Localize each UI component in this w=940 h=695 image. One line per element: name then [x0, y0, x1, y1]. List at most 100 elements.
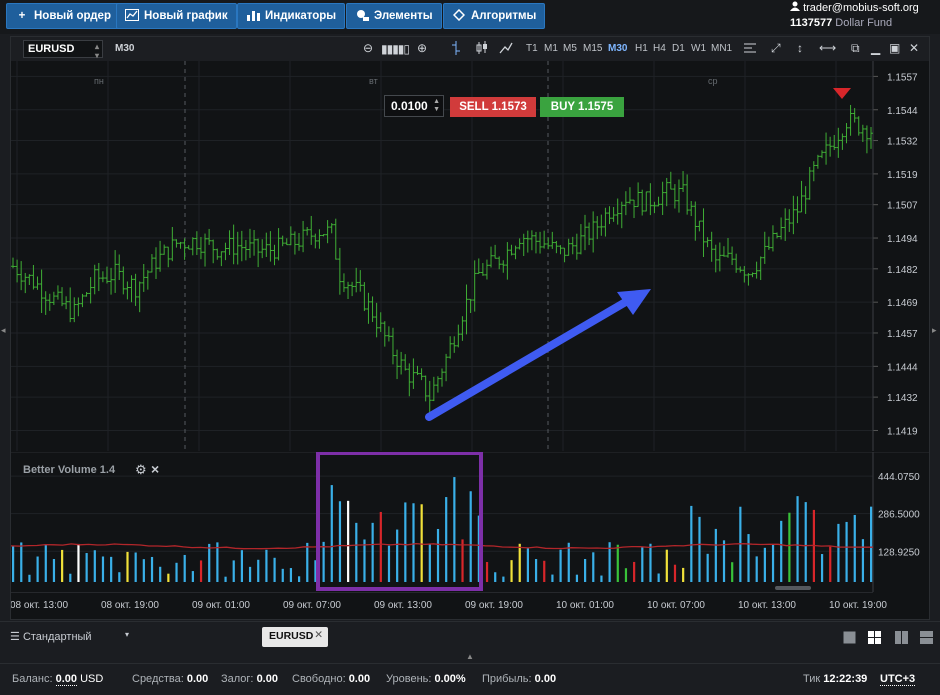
- resize-horizontal-icon[interactable]: ⟷: [819, 41, 836, 55]
- candle: [96, 262, 101, 292]
- tf-W1[interactable]: W1: [691, 43, 706, 54]
- lot-size-input[interactable]: 0.0100 ▲ ▼: [384, 95, 444, 117]
- algorithms-button[interactable]: Алгоритмы: [443, 3, 546, 29]
- day-label: пн: [94, 76, 104, 86]
- tf-M5[interactable]: M5: [563, 43, 577, 54]
- layout-single-icon[interactable]: [843, 631, 856, 644]
- candle: [705, 237, 710, 248]
- right-panel-arrow-icon[interactable]: ▸: [932, 325, 937, 336]
- price-tick-label: 1.1419: [887, 426, 918, 437]
- volume-bar: [731, 562, 734, 582]
- candle: [484, 259, 489, 280]
- zoom-in-icon[interactable]: ⊕: [417, 41, 427, 55]
- spinner-icon: ▲ ▼: [433, 98, 440, 113]
- tf-MN1[interactable]: MN1: [711, 43, 732, 54]
- candle: [305, 226, 310, 236]
- bar-type-icon[interactable]: [451, 41, 461, 58]
- timezone-select[interactable]: UTC+3: [880, 673, 916, 686]
- volume-bar: [199, 560, 203, 582]
- indicators-button[interactable]: Индикаторы: [237, 3, 346, 29]
- day-label: вт: [369, 76, 378, 86]
- candle: [194, 231, 199, 256]
- zoom-out-icon[interactable]: ⊖: [363, 41, 373, 55]
- chart-icon: [125, 8, 139, 24]
- price-chart[interactable]: 1.1557 1.1544 1.1532 1.1519 1.1507 1.1494 1.14…: [11, 61, 929, 451]
- volume-bar: [355, 522, 358, 582]
- new-chart-button[interactable]: Новый график: [116, 3, 237, 29]
- volume-bar: [641, 546, 644, 582]
- new-order-button[interactable]: + Новый ордер: [6, 3, 120, 29]
- external-window-icon[interactable]: ⧉: [851, 41, 860, 56]
- volume-bar: [281, 568, 284, 582]
- volume-bar: [526, 548, 529, 582]
- sell-price: 1.1573: [491, 101, 527, 113]
- layout-rows-icon[interactable]: [920, 631, 933, 644]
- zoom-slider[interactable]: ▮▮▮▮▯: [381, 42, 410, 56]
- left-panel-arrow-icon[interactable]: ◂: [1, 325, 6, 336]
- candle: [239, 230, 244, 262]
- price-tick-label: 1.1469: [887, 298, 918, 309]
- elements-button[interactable]: Элементы: [346, 3, 442, 29]
- buy-button[interactable]: BUY 1.1575: [540, 97, 624, 117]
- resize-diagonal-icon[interactable]: ⤢: [771, 41, 781, 56]
- candle: [333, 218, 338, 260]
- volume-bar: [870, 506, 873, 582]
- volume-bar: [682, 567, 685, 582]
- chart-settings-icon[interactable]: [743, 41, 757, 58]
- candle: [856, 116, 861, 136]
- tf-M15[interactable]: M15: [583, 43, 602, 54]
- gear-icon[interactable]: ⚙: [135, 462, 147, 478]
- volume-indicator[interactable]: 444.0750 286.5000 128.9250 Better Volume 1…: [10, 451, 929, 592]
- collapse-panel-icon[interactable]: ▲: [466, 652, 474, 661]
- layout-select[interactable]: ☰ Стандартный ▾: [10, 630, 129, 643]
- candle-type-icon[interactable]: [476, 41, 488, 58]
- candle: [386, 326, 391, 342]
- volume-bar: [150, 556, 154, 582]
- candle: [325, 220, 330, 244]
- sell-button[interactable]: SELL 1.1573: [450, 97, 536, 117]
- volume-bar: [502, 576, 505, 582]
- scrollbar-thumb: [775, 586, 811, 590]
- tab-eurusd[interactable]: EURUSD ✕: [262, 627, 328, 647]
- price-tick-label: 1.1444: [887, 362, 918, 373]
- candle: [215, 248, 220, 260]
- tf-H4[interactable]: H4: [653, 43, 666, 54]
- candle: [595, 216, 600, 240]
- symbol-select[interactable]: EURUSD ▴ ▾: [23, 40, 103, 60]
- maximize-icon[interactable]: ▣: [889, 41, 900, 55]
- volume-bar: [649, 543, 652, 582]
- candle: [456, 324, 461, 348]
- account-info[interactable]: trader@mobius-soft.org 1137577 Dollar Fu…: [790, 1, 936, 33]
- line-type-icon[interactable]: [499, 41, 513, 58]
- candle: [362, 282, 367, 312]
- candle: [301, 220, 306, 253]
- candle: [309, 215, 314, 245]
- candle: [350, 281, 355, 297]
- tf-T1[interactable]: T1: [526, 43, 538, 54]
- candle: [811, 161, 816, 182]
- layout-grid-icon[interactable]: [868, 631, 881, 644]
- candle: [636, 182, 641, 208]
- minimize-icon[interactable]: ▁: [871, 41, 880, 55]
- volume-bar: [208, 543, 211, 582]
- candle: [448, 336, 453, 359]
- candle: [174, 239, 179, 248]
- candle: [121, 266, 126, 295]
- volume-bar: [93, 550, 96, 582]
- resize-vertical-icon[interactable]: ↕: [797, 41, 803, 55]
- tf-H1[interactable]: H1: [635, 43, 648, 54]
- close-icon[interactable]: ✕: [909, 41, 919, 55]
- tf-M1[interactable]: M1: [544, 43, 558, 54]
- layout-name: Стандартный: [22, 631, 92, 643]
- candle: [644, 191, 649, 212]
- layout-columns-icon[interactable]: [895, 631, 908, 644]
- close-indicator-icon[interactable]: ×: [151, 461, 159, 477]
- tf-D1[interactable]: D1: [672, 43, 685, 54]
- server-time: Тик 12:22:39: [803, 673, 868, 685]
- close-tab-icon[interactable]: ✕: [314, 629, 323, 641]
- tf-M30[interactable]: M30: [608, 43, 627, 54]
- current-timeframe: M30: [115, 43, 135, 54]
- volume-bar: [518, 543, 521, 582]
- candle: [284, 238, 289, 246]
- volume-bar: [510, 560, 513, 582]
